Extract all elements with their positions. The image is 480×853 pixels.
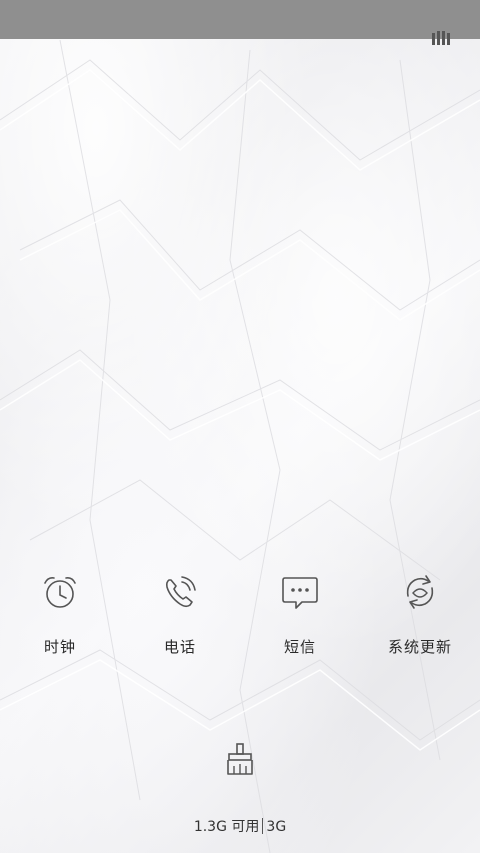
app-messages-label: 短信 (283, 638, 316, 656)
memory-info: 1.3G 可用 3G (0, 816, 480, 836)
alarm-clock-icon (44, 577, 76, 608)
crumpled-paper-texture (0, 39, 480, 853)
app-messages[interactable]: 短信 (240, 570, 360, 670)
app-icon-grid: 时钟 电话 短信 系统更新 (0, 570, 480, 670)
app-clock-label: 时钟 (43, 638, 76, 656)
memory-total: 3G (266, 819, 287, 835)
app-phone-label: 电话 (163, 638, 196, 656)
memory-separator (262, 818, 264, 834)
app-phone[interactable]: 电话 (120, 570, 240, 670)
app-system-update-label: 系统更新 (387, 638, 452, 656)
app-system-update[interactable]: 系统更新 (360, 570, 480, 670)
phone-icon (165, 576, 196, 608)
sync-icon (406, 575, 434, 609)
memory-available: 1.3G 可用 (193, 819, 260, 835)
app-clock[interactable]: 时钟 (0, 570, 120, 670)
message-icon (282, 577, 318, 609)
broom-icon[interactable] (220, 740, 260, 780)
signal-bars-icon (432, 31, 450, 45)
status-bar (0, 0, 480, 39)
